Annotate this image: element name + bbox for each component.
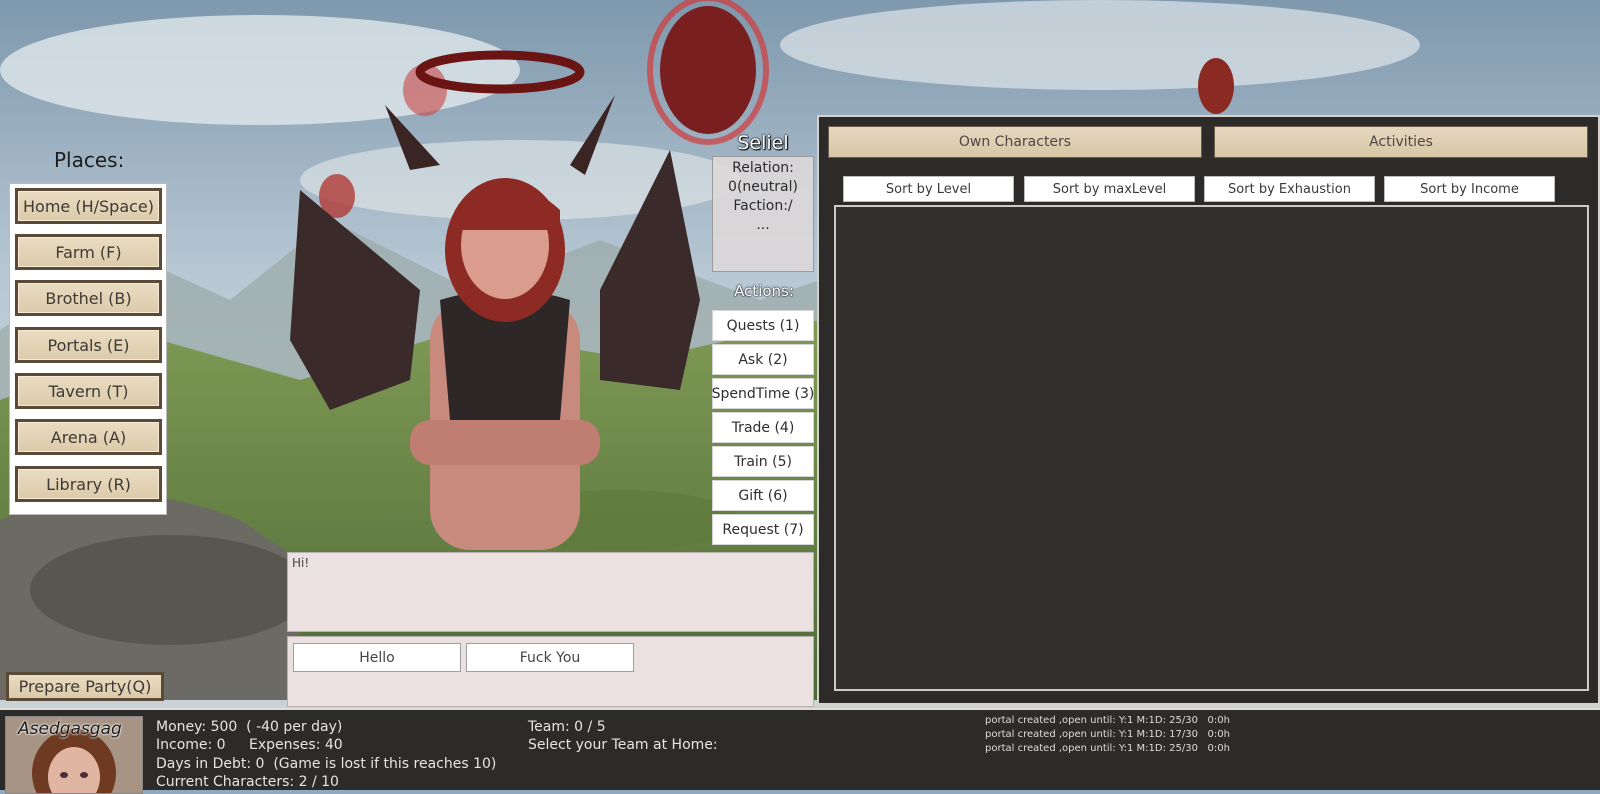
sort-by-exhaustion-button[interactable]: Sort by Exhaustion xyxy=(1204,176,1375,202)
actions-title: Actions: xyxy=(734,282,794,300)
place-button-brothel[interactable]: Brothel (B) xyxy=(15,280,162,316)
action-train-button[interactable]: Train (5) xyxy=(712,446,814,477)
faction-label: Faction:/ xyxy=(733,198,793,214)
action-spendtime-button[interactable]: SpendTime (3) xyxy=(712,378,814,409)
info-more: ... xyxy=(756,217,770,233)
event-log-line: portal created ,open until: Y:1 M:1D: 25… xyxy=(985,715,1230,726)
money-text: Money: 500 ( -40 per day) xyxy=(156,719,343,735)
relation-value: 0(neutral) xyxy=(728,179,798,195)
event-log-line: portal created ,open until: Y:1 M:1D: 17… xyxy=(985,729,1230,740)
character-list[interactable] xyxy=(834,205,1589,691)
action-trade-button[interactable]: Trade (4) xyxy=(712,412,814,443)
place-button-home[interactable]: Home (H/Space) xyxy=(15,188,162,224)
sort-by-income-button[interactable]: Sort by Income xyxy=(1384,176,1555,202)
tab-activities[interactable]: Activities xyxy=(1214,126,1588,158)
expenses-text: Expenses: 40 xyxy=(249,737,343,753)
characters-count-text: Current Characters: 2 / 10 xyxy=(156,774,339,790)
relation-label: Relation: xyxy=(732,160,794,176)
reply-fuck-you-button[interactable]: Fuck You xyxy=(466,643,634,672)
action-gift-button[interactable]: Gift (6) xyxy=(712,480,814,511)
income-text: Income: 0 xyxy=(156,737,226,753)
place-button-arena[interactable]: Arena (A) xyxy=(15,419,162,455)
places-menu: Home (H/Space) Farm (F) Brothel (B) Port… xyxy=(9,183,167,515)
status-bar: Asedgasgag Money: 500 ( -40 per day) Inc… xyxy=(0,708,1600,794)
event-log-line: portal created ,open until: Y:1 M:1D: 25… xyxy=(985,743,1230,754)
character-name: Seliel xyxy=(737,132,789,154)
place-button-library[interactable]: Library (R) xyxy=(15,466,162,502)
prepare-party-button[interactable]: Prepare Party(Q) xyxy=(6,672,164,701)
action-request-button[interactable]: Request (7) xyxy=(712,514,814,545)
team-select-text: Select your Team at Home: xyxy=(528,737,718,753)
dialog-replies: Hello Fuck You xyxy=(287,636,814,707)
dialog-text-box: Hi! xyxy=(287,552,814,632)
debt-text: Days in Debt: 0 (Game is lost if this re… xyxy=(156,756,497,772)
places-title: Places: xyxy=(54,148,125,172)
team-count-text: Team: 0 / 5 xyxy=(528,719,606,735)
sort-by-level-button[interactable]: Sort by Level xyxy=(843,176,1014,202)
character-info-box: Relation: 0(neutral) Faction:/ ... xyxy=(712,156,814,272)
characters-panel: Own Characters Activities Sort by Level … xyxy=(817,115,1600,705)
sort-by-maxlevel-button[interactable]: Sort by maxLevel xyxy=(1024,176,1195,202)
player-name: Asedgasgag xyxy=(18,719,122,739)
place-button-tavern[interactable]: Tavern (T) xyxy=(15,373,162,409)
action-quests-button[interactable]: Quests (1) xyxy=(712,310,814,341)
place-button-portals[interactable]: Portals (E) xyxy=(15,327,162,363)
player-portrait[interactable]: Asedgasgag xyxy=(5,716,143,794)
reply-hello-button[interactable]: Hello xyxy=(293,643,461,672)
place-button-farm[interactable]: Farm (F) xyxy=(15,234,162,270)
tab-own-characters[interactable]: Own Characters xyxy=(828,126,1202,158)
action-ask-button[interactable]: Ask (2) xyxy=(712,344,814,375)
